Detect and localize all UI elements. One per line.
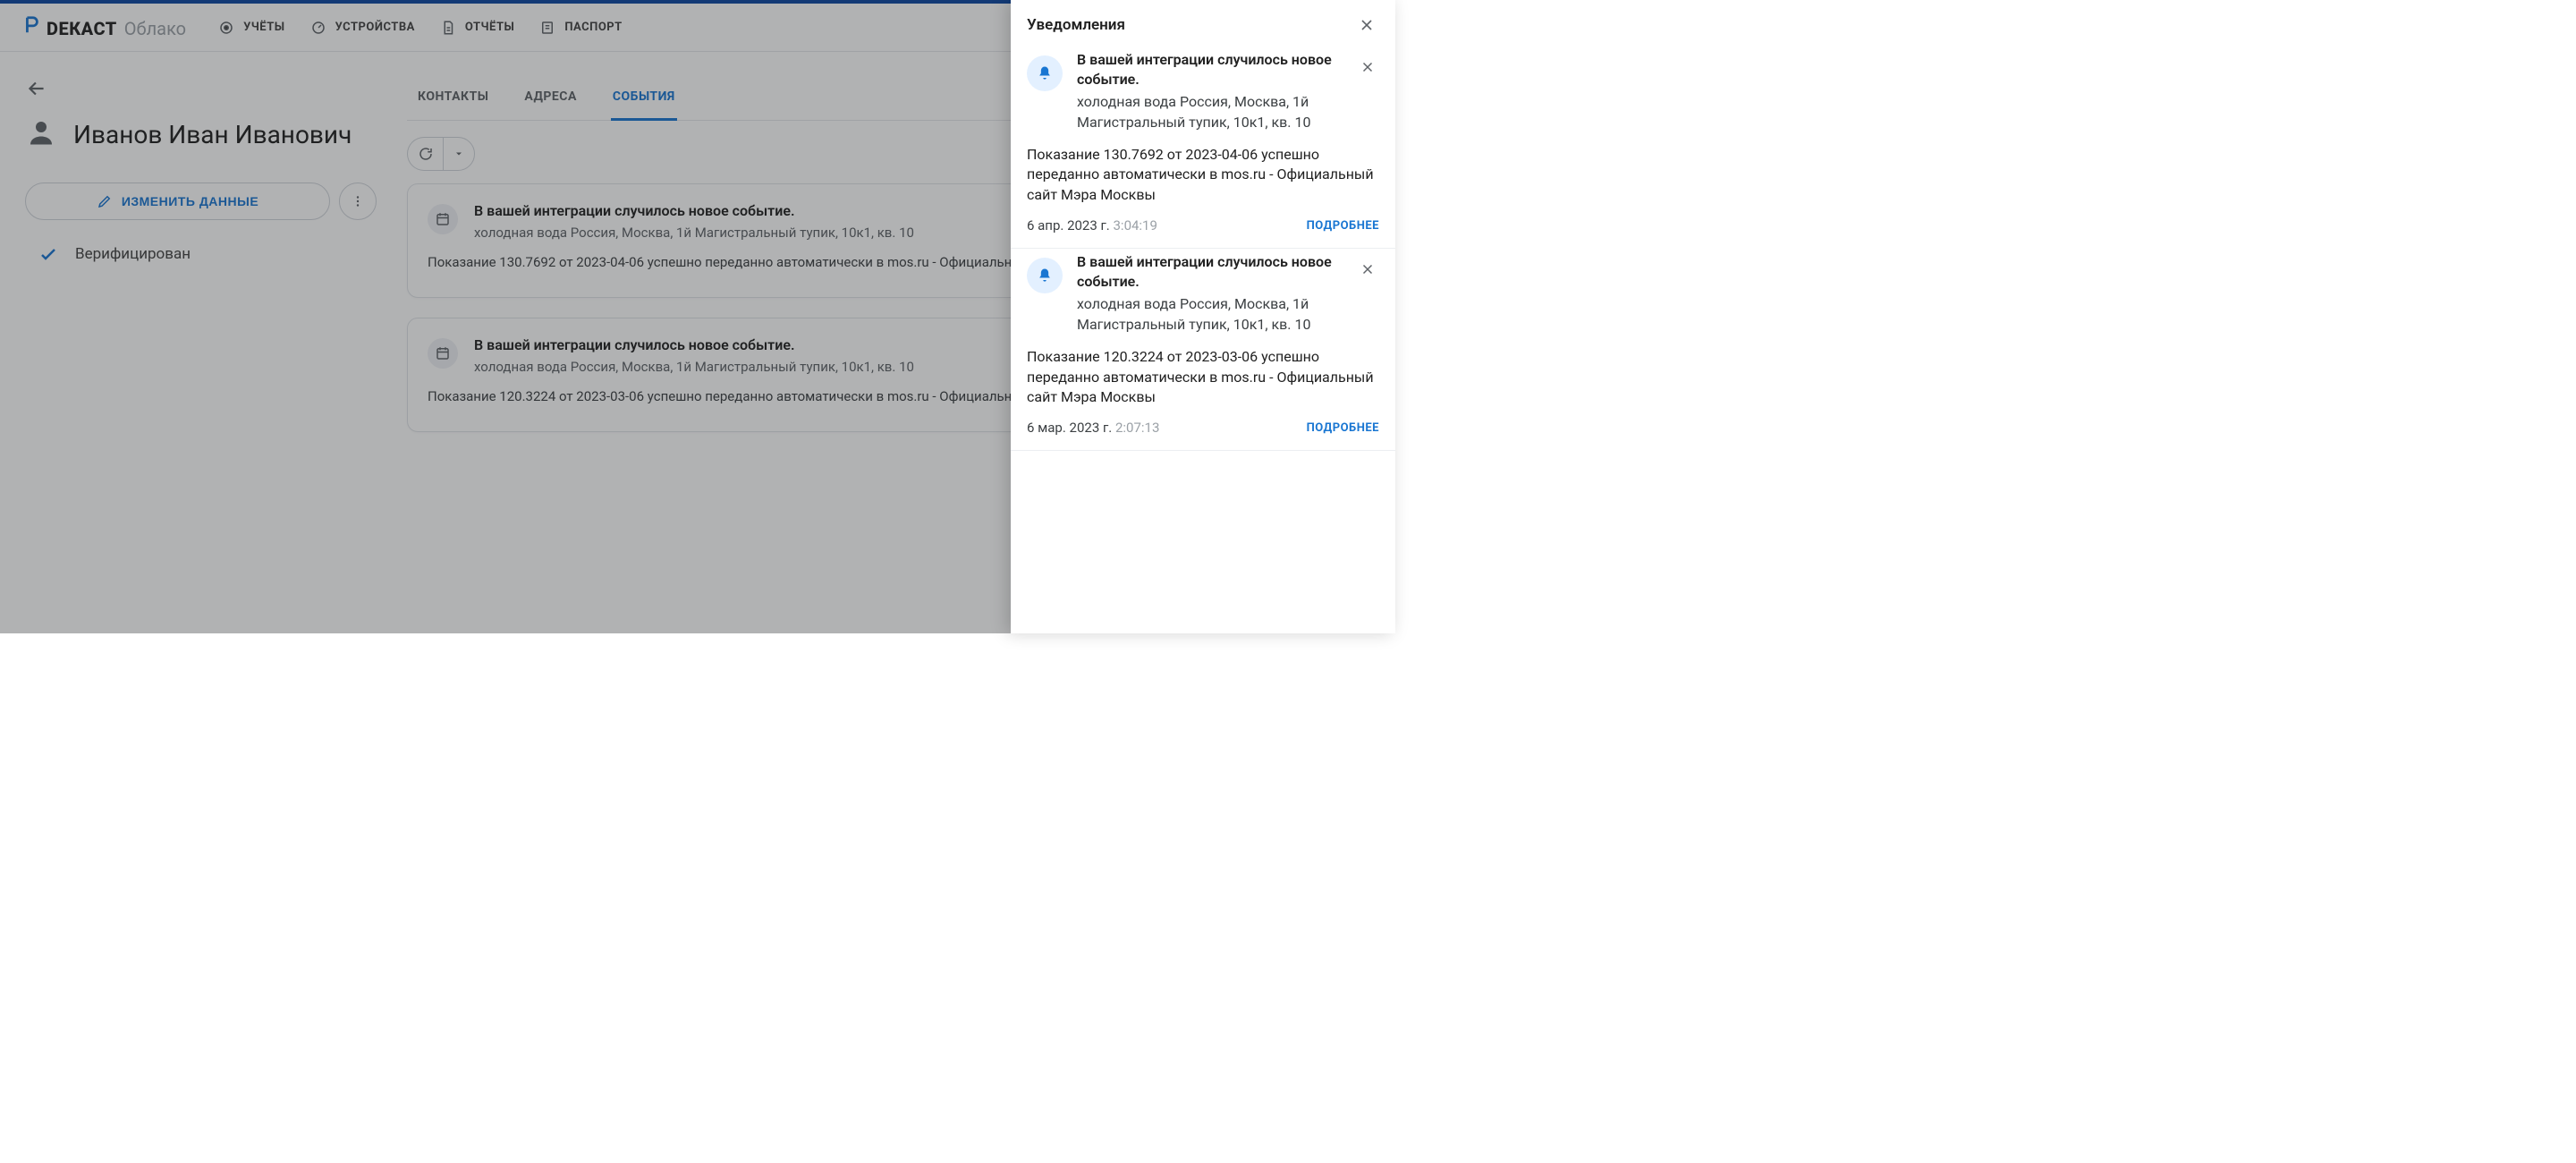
notification-item: В вашей интеграции случилось новое событ… [1011, 47, 1395, 249]
notifications-panel: Уведомления В вашей интеграции случилось… [1011, 0, 1395, 633]
notif-title: В вашей интеграции случилось новое событ… [1077, 50, 1342, 89]
notif-dismiss-button[interactable] [1356, 258, 1379, 281]
close-icon [1360, 59, 1376, 75]
notif-desc: Показание 130.7692 от 2023-04-06 успешно… [1027, 145, 1379, 205]
bell-icon [1027, 55, 1063, 91]
close-icon [1360, 261, 1376, 277]
bell-icon [1027, 258, 1063, 293]
close-icon [1358, 16, 1376, 34]
notif-date: 6 мар. 2023 г. 2:07:13 [1027, 420, 1159, 436]
notification-item: В вашей интеграции случилось новое событ… [1011, 249, 1395, 451]
notif-date: 6 апр. 2023 г. 3:04:19 [1027, 217, 1157, 233]
notif-desc: Показание 120.3224 от 2023-03-06 успешно… [1027, 347, 1379, 407]
notif-dismiss-button[interactable] [1356, 55, 1379, 79]
notif-sub: холодная вода Россия, Москва, 1й Магистр… [1077, 294, 1342, 335]
notif-more-link[interactable]: ПОДРОБНЕЕ [1307, 421, 1379, 435]
notif-more-link[interactable]: ПОДРОБНЕЕ [1307, 219, 1379, 233]
panel-close-button[interactable] [1354, 13, 1379, 38]
panel-title: Уведомления [1027, 16, 1125, 34]
notif-title: В вашей интеграции случилось новое событ… [1077, 252, 1342, 291]
notif-sub: холодная вода Россия, Москва, 1й Магистр… [1077, 92, 1342, 132]
